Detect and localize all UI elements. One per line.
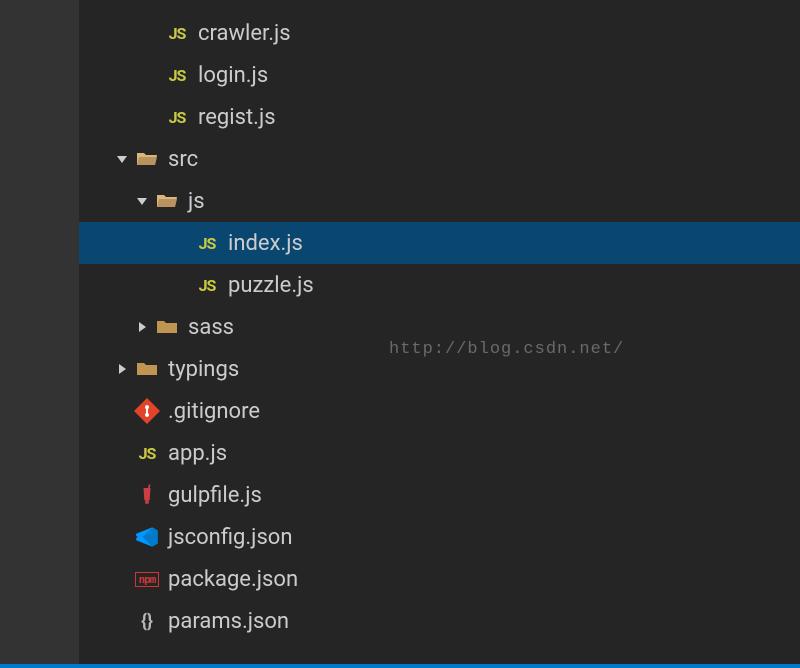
file-explorer-tree: routes JS crawler.js JS login.js JS regi… [79,0,800,668]
gulp-icon [134,484,160,506]
chevron-down-icon [134,196,150,206]
status-bar [0,664,800,668]
js-icon: JS [164,24,190,43]
folder-label: js [188,189,205,214]
json-icon: {} [134,611,160,632]
folder-label: routes [168,0,230,4]
js-icon: JS [134,444,160,463]
file-label: .gitignore [168,399,260,424]
js-icon: JS [164,66,190,85]
file-label: puzzle.js [228,273,314,298]
file-label: index.js [228,231,303,256]
folder-open-icon [134,151,160,167]
npm-icon: npm [134,572,160,587]
chevron-down-icon [114,154,130,164]
folder-routes[interactable]: routes [79,0,800,12]
file-label: crawler.js [198,21,291,46]
folder-js[interactable]: js [79,180,800,222]
js-icon: JS [164,108,190,127]
folder-closed-icon [154,319,180,335]
file-puzzle-js[interactable]: JS puzzle.js [79,264,800,306]
folder-label: src [168,147,198,172]
file-label: package.json [168,567,298,592]
folder-typings[interactable]: typings [79,348,800,390]
file-label: app.js [168,441,227,466]
file-label: jsconfig.json [168,525,293,550]
folder-label: sass [188,315,234,340]
folder-sass[interactable]: sass [79,306,800,348]
file-regist-js[interactable]: JS regist.js [79,96,800,138]
file-label: gulpfile.js [168,483,262,508]
chevron-right-icon [134,322,150,332]
file-gitignore[interactable]: .gitignore [79,390,800,432]
file-index-js[interactable]: JS index.js [79,222,800,264]
file-crawler-js[interactable]: JS crawler.js [79,12,800,54]
file-params-json[interactable]: {} params.json [79,600,800,642]
file-label: regist.js [198,105,276,130]
js-icon: JS [194,234,220,253]
file-login-js[interactable]: JS login.js [79,54,800,96]
chevron-right-icon [114,364,130,374]
vscode-icon [134,524,160,550]
activity-bar [0,0,79,668]
file-package-json[interactable]: npm package.json [79,558,800,600]
file-jsconfig-json[interactable]: jsconfig.json [79,516,800,558]
git-icon [134,398,160,424]
file-gulpfile-js[interactable]: gulpfile.js [79,474,800,516]
folder-src[interactable]: src [79,138,800,180]
file-label: login.js [198,63,268,88]
folder-closed-icon [134,361,160,377]
folder-open-icon [154,193,180,209]
folder-label: typings [168,357,239,382]
file-app-js[interactable]: JS app.js [79,432,800,474]
file-label: params.json [168,609,289,634]
js-icon: JS [194,276,220,295]
